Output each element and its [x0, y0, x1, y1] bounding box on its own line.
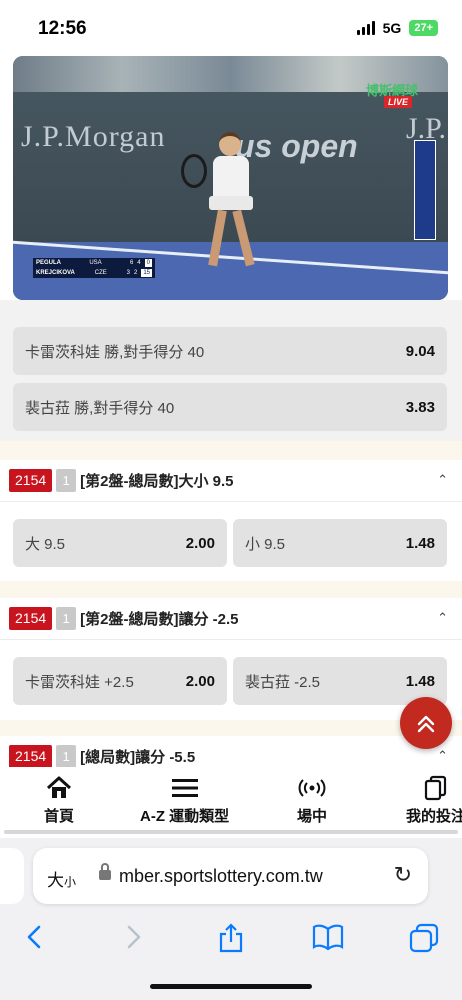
- chevron-up-icon[interactable]: ⌃: [437, 472, 448, 488]
- odds-value: 2.00: [185, 534, 215, 552]
- event-id-badge: 2154: [9, 745, 53, 768]
- adjacent-tab[interactable]: [0, 848, 24, 904]
- scoreboard-row: KREJCIKOVA CZE 3 2 15: [36, 269, 152, 277]
- reload-icon[interactable]: ↻: [394, 862, 412, 888]
- menu-icon: [171, 779, 198, 797]
- live-signal-icon: [298, 779, 326, 797]
- browser-chrome: 大小 mber.sportslottery.com.tw ↻: [0, 838, 462, 1000]
- nav-label: 首頁: [44, 808, 75, 825]
- odds-label: 卡雷茨科娃 +2.5: [25, 673, 134, 691]
- nav-item-my-bets[interactable]: 我的投注: [406, 775, 462, 826]
- odds-option[interactable]: 小 9.5 1.48: [233, 519, 447, 567]
- address-bar[interactable]: 大小 mber.sportslottery.com.tw ↻: [33, 848, 428, 904]
- event-id-badge: 2154: [9, 607, 53, 630]
- bookmarks-icon[interactable]: [311, 922, 345, 952]
- nav-label: 場中: [297, 808, 328, 825]
- chevron-up-icon[interactable]: ⌃: [437, 610, 448, 626]
- status-bar: 12:56 5G 27+: [0, 0, 462, 54]
- markets-list[interactable]: 卡雷茨科娃 勝,對手得分 40 9.04 裴古菈 勝,對手得分 40 3.83 …: [0, 300, 462, 776]
- market-title: [總局數]讓分 -5.5: [80, 749, 196, 766]
- market-count-badge: 1: [56, 469, 77, 492]
- home-icon: [46, 776, 72, 798]
- nav-scrollbar: [4, 830, 458, 834]
- odds-label: 裴古菈 -2.5: [245, 673, 321, 691]
- url-text: mber.sportslottery.com.tw: [119, 866, 323, 886]
- back-icon[interactable]: [22, 922, 48, 952]
- battery-icon: 27+: [409, 20, 438, 36]
- sponsor-logo: J.P.Morgan: [21, 120, 166, 153]
- scoreboard-row: PEGULA USA 640: [36, 259, 152, 267]
- status-indicators: 5G 27+: [356, 20, 438, 36]
- odds-label: 小 9.5: [245, 535, 286, 553]
- market-header[interactable]: 2154 1 [第2盤-總局數]大小 9.5 ⌃: [0, 460, 462, 502]
- scroll-top-button[interactable]: [400, 697, 452, 749]
- odds-option[interactable]: 大 9.5 2.00: [13, 519, 227, 567]
- odds-value: 1.48: [405, 534, 435, 552]
- odds-value: 3.83: [405, 398, 435, 416]
- nav-item-sports[interactable]: A-Z 運動類型: [140, 775, 229, 826]
- market-title: [第2盤-總局數]讓分 -2.5: [80, 611, 239, 628]
- market-body: 大 9.5 2.00 小 9.5 1.48: [0, 502, 462, 592]
- tabs-icon[interactable]: [408, 922, 440, 954]
- live-badge: LIVE: [383, 96, 412, 108]
- market-title: [第2盤-總局數]大小 9.5: [80, 473, 234, 490]
- live-video-player[interactable]: J.P.Morgan us open J.P. 博斯網球 LIVE PEGULA…: [13, 56, 448, 300]
- double-chevron-up-icon: [417, 715, 435, 733]
- nav-label: 我的投注: [406, 808, 462, 825]
- odds-value: 9.04: [405, 342, 435, 360]
- bottom-nav: 首頁 A-Z 運動類型 場中 我的投注: [0, 767, 462, 833]
- lock-icon: [99, 863, 111, 880]
- status-time: 12:56: [38, 18, 87, 39]
- forward-icon[interactable]: [120, 922, 146, 952]
- nav-item-live[interactable]: 場中: [297, 775, 327, 826]
- nav-label: A-Z 運動類型: [140, 808, 230, 825]
- reader-settings-button[interactable]: 大小: [47, 866, 76, 891]
- odds-label: 裴古菈 勝,對手得分 40: [25, 399, 175, 417]
- odds-value: 1.48: [405, 672, 435, 690]
- video-scoreboard: PEGULA USA 640 KREJCIKOVA CZE 3 2 15: [33, 258, 155, 278]
- side-banner: [414, 140, 436, 240]
- signal-icon: [356, 21, 375, 35]
- chevron-up-icon[interactable]: ⌃: [437, 748, 448, 764]
- odds-option[interactable]: 卡雷茨科娃 +2.5 2.00: [13, 657, 227, 705]
- event-id-badge: 2154: [9, 469, 53, 492]
- copy-icon: [424, 775, 447, 801]
- market-body: 卡雷茨科娃 +2.5 2.00 裴古菈 -2.5 1.48: [0, 640, 462, 730]
- odds-label: 卡雷茨科娃 勝,對手得分 40: [25, 343, 205, 361]
- share-icon[interactable]: [216, 922, 246, 954]
- odds-option[interactable]: 卡雷茨科娃 勝,對手得分 40 9.04: [13, 327, 447, 375]
- odds-value: 2.00: [185, 672, 215, 690]
- nav-item-home[interactable]: 首頁: [44, 775, 74, 826]
- odds-label: 大 9.5: [25, 535, 66, 553]
- home-indicator: [150, 984, 312, 989]
- market-count-badge: 1: [56, 607, 77, 630]
- odds-option[interactable]: 裴古菈 勝,對手得分 40 3.83: [13, 383, 447, 431]
- market-count-badge: 1: [56, 745, 77, 768]
- network-label: 5G: [382, 20, 402, 36]
- tennis-player: [195, 132, 269, 272]
- market-header[interactable]: 2154 1 [第2盤-總局數]讓分 -2.5 ⌃: [0, 598, 462, 640]
